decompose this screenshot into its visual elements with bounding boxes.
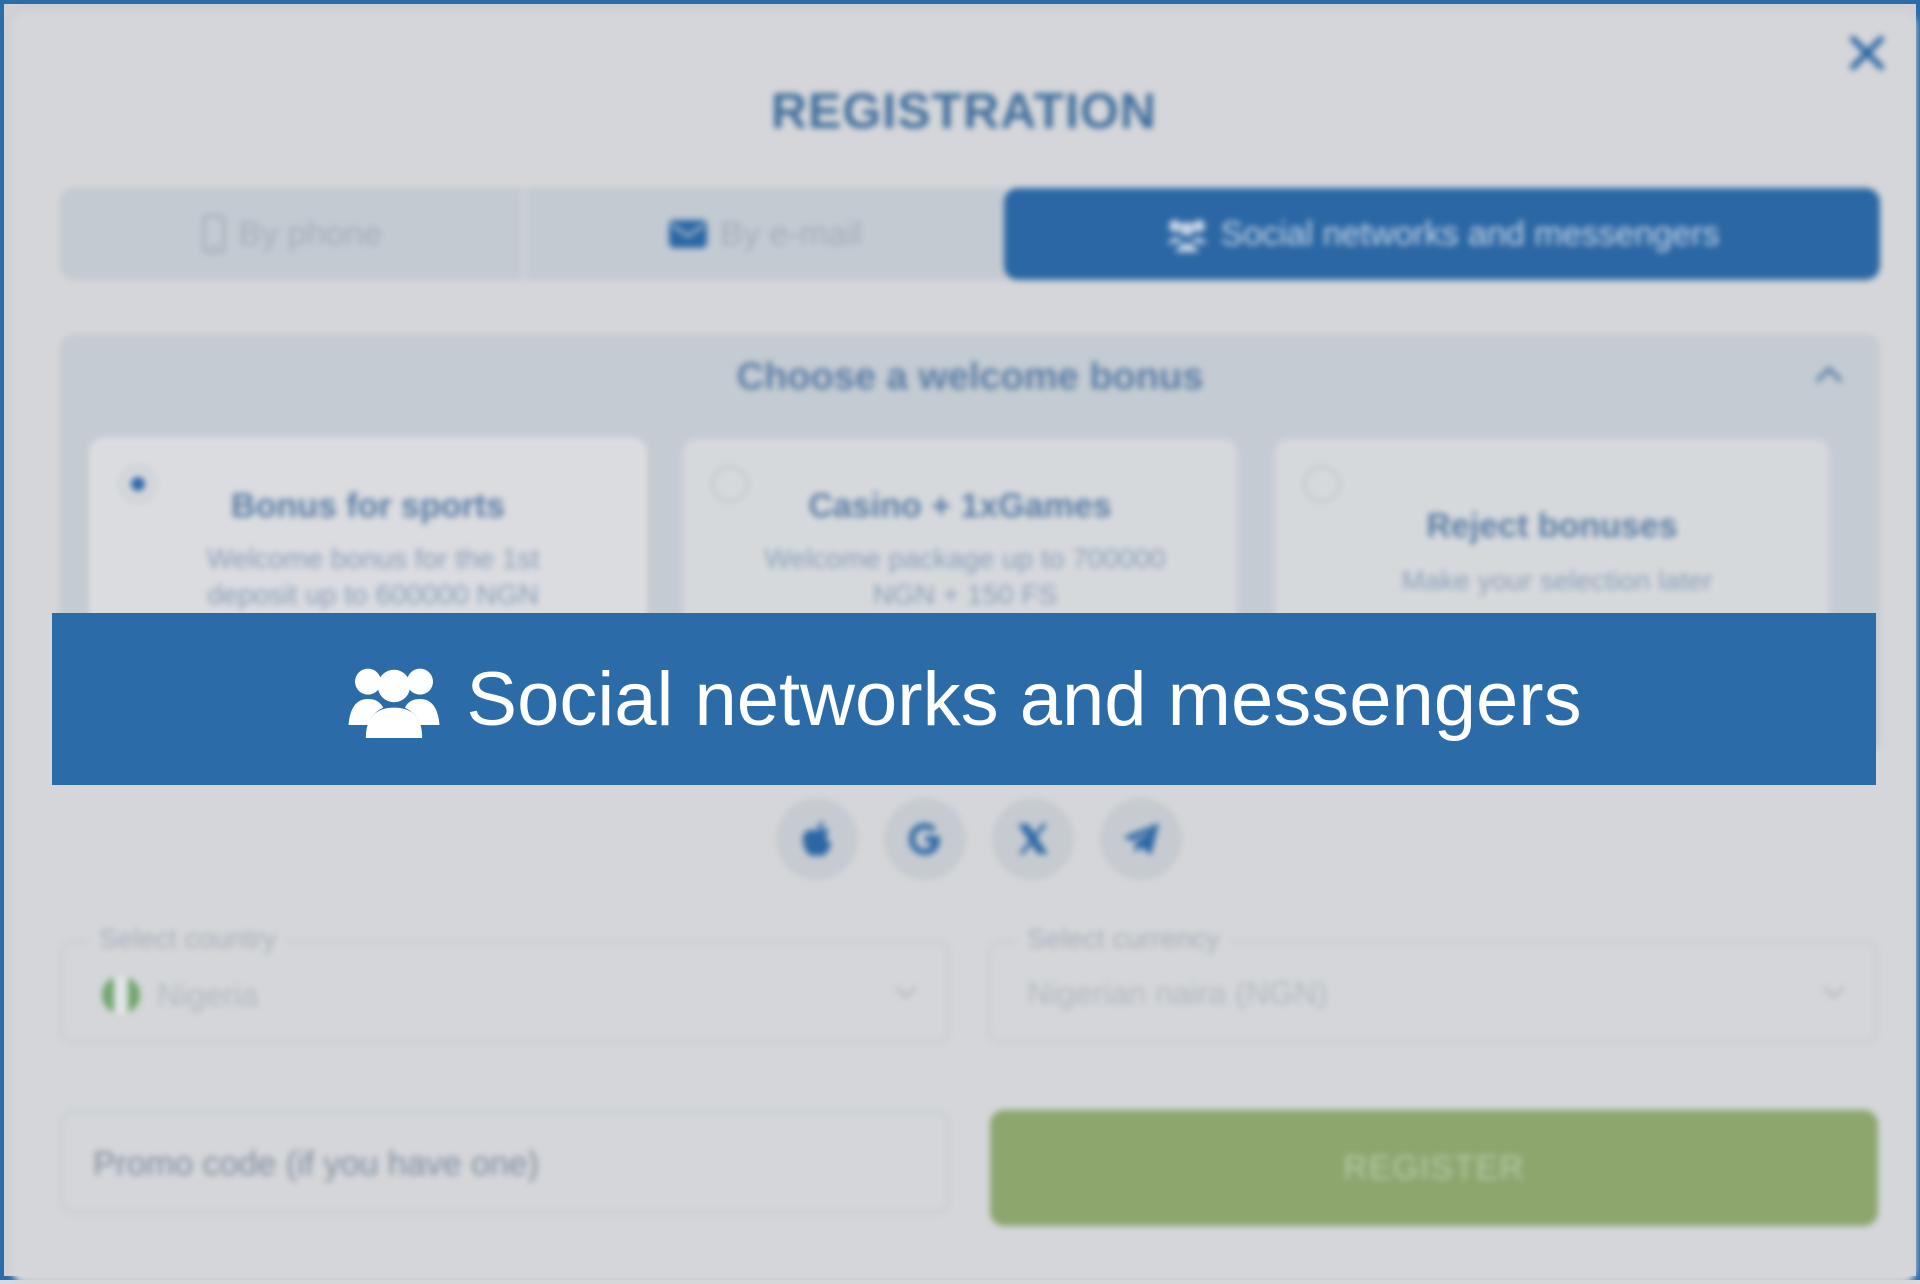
country-value-wrap: Nigeria	[99, 975, 258, 1015]
page-title: REGISTRATION	[770, 83, 1158, 139]
social-networks-banner: Social networks and messengers	[52, 613, 1876, 785]
x-login-button[interactable]	[992, 798, 1074, 880]
currency-select[interactable]: Select currency Nigerian naira (NGN)	[988, 923, 1878, 1044]
bonus-card-desc: Welcome bonus for the 1st deposit up to …	[206, 543, 540, 610]
register-button[interactable]: REGISTER	[990, 1110, 1878, 1226]
close-icon	[1850, 36, 1884, 70]
promo-code-placeholder: Promo code (if you have one)	[93, 1145, 540, 1183]
chevron-down-icon	[894, 985, 918, 1000]
close-button[interactable]	[1844, 30, 1890, 76]
tab-label: Social networks and messengers	[1220, 214, 1720, 253]
bonus-card-desc: Welcome package up to 700000 NGN + 150 F…	[764, 543, 1166, 610]
country-select[interactable]: Select country Nigeria	[60, 923, 950, 1044]
envelope-icon	[669, 220, 708, 248]
bonus-card-desc: Make your selection later	[1401, 565, 1713, 596]
bonus-card-reject[interactable]: Reject bonuses Make your selection later	[1274, 438, 1830, 638]
google-icon	[909, 823, 940, 855]
chevron-down-icon	[1822, 985, 1846, 1000]
currency-label: Select currency	[1017, 923, 1230, 955]
page-frame: REGISTRATION By phone By e-mail Social n…	[0, 0, 1920, 1284]
banner-text: Social networks and messengers	[466, 656, 1582, 742]
country-label: Select country	[89, 923, 287, 955]
apple-icon	[802, 821, 831, 857]
x-icon	[1018, 822, 1048, 856]
country-dropdown-toggle[interactable]	[893, 983, 919, 1006]
chevron-up-icon	[1816, 366, 1842, 382]
social-login-row	[12, 798, 1916, 880]
tab-label: By e-mail	[720, 214, 862, 253]
bonus-panel-title: Choose a welcome bonus	[736, 356, 1204, 398]
radio-button[interactable]	[1303, 465, 1341, 503]
telegram-login-button[interactable]	[1100, 798, 1182, 880]
promo-code-input[interactable]: Promo code (if you have one)	[60, 1110, 950, 1214]
bonus-card-title: Casino + 1xGames	[808, 487, 1112, 525]
country-value: Nigeria	[157, 976, 259, 1013]
tab-by-phone[interactable]: By phone	[60, 188, 526, 280]
tab-social-networks[interactable]: Social networks and messengers	[1004, 188, 1880, 280]
google-login-button[interactable]	[884, 798, 966, 880]
registration-tabs: By phone By e-mail Social networks and m…	[60, 188, 1880, 280]
tab-by-email[interactable]: By e-mail	[526, 188, 1004, 280]
bonus-card-sports[interactable]: Bonus for sports Welcome bonus for the 1…	[90, 438, 646, 638]
currency-value: Nigerian naira (NGN)	[1027, 975, 1328, 1011]
bonus-card-casino[interactable]: Casino + 1xGames Welcome package up to 7…	[682, 438, 1238, 638]
users-icon	[348, 668, 440, 738]
collapse-button[interactable]	[1814, 364, 1844, 389]
bonus-card-title: Reject bonuses	[1426, 507, 1678, 545]
phone-icon	[202, 214, 226, 254]
users-icon	[1166, 220, 1207, 252]
bonus-card-title: Bonus for sports	[231, 487, 505, 525]
apple-login-button[interactable]	[776, 798, 858, 880]
nigeria-flag-icon	[102, 976, 140, 1014]
telegram-icon	[1123, 823, 1159, 855]
currency-dropdown-toggle[interactable]	[1821, 983, 1847, 1006]
tab-label: By phone	[238, 214, 383, 253]
